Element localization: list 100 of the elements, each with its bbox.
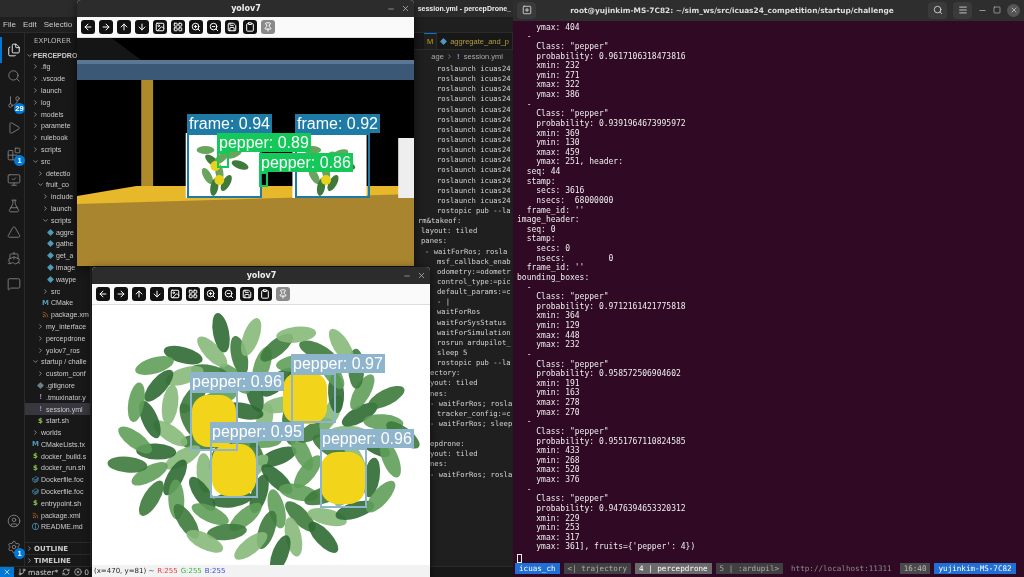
arrow-up-button[interactable]	[132, 287, 146, 301]
clipboard-button[interactable]	[258, 287, 272, 301]
arrow-down-button[interactable]	[135, 20, 149, 34]
terminal-line: image_header:	[517, 215, 581, 225]
terminal-line: xmin: 191	[535, 378, 581, 388]
arrow-right-button[interactable]	[114, 287, 128, 301]
close-icon	[1009, 6, 1018, 15]
clipboard-icon	[245, 22, 255, 32]
chevron-right-icon	[37, 370, 44, 378]
arrow-left-button[interactable]	[96, 287, 110, 301]
terminal-line: xmax: 317	[535, 532, 581, 542]
save-button[interactable]	[225, 20, 239, 34]
menu-item[interactable]: File	[3, 20, 16, 29]
rss-icon	[32, 511, 39, 519]
terminal-line: frame_id: ''	[526, 263, 585, 273]
terminal-line: ymin: 271	[535, 70, 581, 80]
terminal-line: xmin: 229	[535, 513, 581, 523]
terminal-line: stamp:	[525, 176, 557, 187]
chevron-down-icon	[42, 216, 49, 224]
grid-button[interactable]	[171, 20, 185, 34]
terminal-line: xmin: 433	[535, 446, 580, 456]
account-icon	[6, 514, 21, 528]
terminal-line: -	[525, 32, 533, 42]
zoom-out-button[interactable]	[222, 287, 236, 301]
terminal-line: Class: "pepper"	[535, 494, 610, 504]
chevron-down-icon	[26, 51, 33, 59]
terminal-line: Class: "pepper"	[535, 292, 610, 302]
terminal-line: -	[525, 484, 533, 495]
pin-icon	[278, 289, 288, 299]
arrow-right-button[interactable]	[99, 20, 113, 34]
save-button[interactable]	[240, 287, 254, 301]
zoom-out-icon	[209, 22, 219, 32]
detection-label: pepper: 0.86	[259, 153, 353, 172]
zoom-in-button[interactable]	[204, 287, 218, 301]
clipboard-button[interactable]	[243, 20, 257, 34]
sync-icon[interactable]	[62, 568, 71, 576]
chevron-right-icon	[42, 287, 49, 295]
search-icon	[6, 69, 21, 83]
arrow-down-button[interactable]	[150, 287, 164, 301]
terminal-line: ymax: 376	[535, 475, 581, 485]
terminal-line: ymin: 268	[535, 455, 581, 465]
arrow-up-icon	[119, 22, 129, 32]
terminal-line: probability: 0.9391964673995972	[535, 118, 687, 129]
menu-button[interactable]	[953, 1, 972, 19]
detection-label: frame: 0.92	[295, 114, 380, 133]
search-button[interactable]	[928, 1, 947, 19]
zoom-in-icon	[191, 22, 201, 32]
branch-icon	[18, 568, 26, 576]
terminal-line: probability: 0.9551767110824585	[535, 436, 687, 447]
chevron-down-icon	[37, 181, 44, 189]
window-title: yolov7	[230, 4, 262, 13]
flask-icon	[6, 199, 21, 213]
terminal-line: seq: 0	[525, 224, 557, 235]
diamond-icon	[37, 381, 44, 389]
remote-icon	[3, 568, 11, 576]
terminal-line: xmin: 364	[535, 311, 580, 321]
terminal-line: xmax: 448	[535, 330, 581, 340]
terminal-line: ymin: 253	[535, 523, 581, 533]
triangle-icon	[6, 225, 21, 239]
clipboard-icon	[260, 289, 270, 299]
save-icon	[227, 22, 237, 32]
remote-button[interactable]	[0, 566, 14, 577]
window-title: yolov7	[245, 271, 278, 280]
new-tab-button[interactable]	[517, 1, 536, 19]
grid-icon	[188, 289, 198, 299]
terminal-line: -	[525, 417, 533, 427]
grid-button[interactable]	[186, 287, 200, 301]
maximize-button[interactable]	[993, 6, 1001, 15]
menu-item[interactable]: Selectio	[43, 20, 73, 29]
terminal-line: ymax: 270	[535, 407, 581, 418]
detection-box	[291, 373, 336, 423]
close-icon[interactable]	[417, 271, 426, 280]
arrow-up-button[interactable]	[117, 20, 131, 34]
arrow-left-button[interactable]	[81, 20, 95, 34]
chevron-right-icon	[445, 53, 453, 60]
arrow-right-icon	[116, 289, 126, 299]
terminal-line: -	[525, 99, 533, 110]
zoom-in-button[interactable]	[189, 20, 203, 34]
terminal-line: ymax: 404	[535, 22, 581, 33]
close-icon[interactable]	[401, 4, 410, 13]
chat-icon	[6, 277, 21, 291]
zoom-out-button[interactable]	[207, 20, 221, 34]
close-button[interactable]	[1007, 3, 1020, 17]
save-icon	[242, 289, 252, 299]
terminal-line: probability: 0.9476394653320312	[535, 503, 687, 514]
terminal-line: seq: 44	[525, 167, 562, 177]
arrow-up-icon	[134, 289, 144, 299]
terminal-line: xmax: 322	[535, 80, 581, 90]
menu-item[interactable]: Edit	[22, 20, 37, 29]
image-icon	[155, 22, 165, 32]
pin-icon	[263, 22, 273, 32]
image-button[interactable]	[168, 287, 182, 301]
terminal-line: ymin: 129	[535, 321, 581, 331]
monitor-icon	[6, 173, 21, 187]
terminal-line: ymin: 163	[535, 388, 581, 398]
image-button[interactable]	[153, 20, 167, 34]
terminal-line: frame_id: ''	[526, 205, 586, 216]
ship-icon	[6, 251, 21, 265]
grid-icon	[173, 22, 183, 32]
terminal-line: xmin: 369	[535, 128, 581, 138]
